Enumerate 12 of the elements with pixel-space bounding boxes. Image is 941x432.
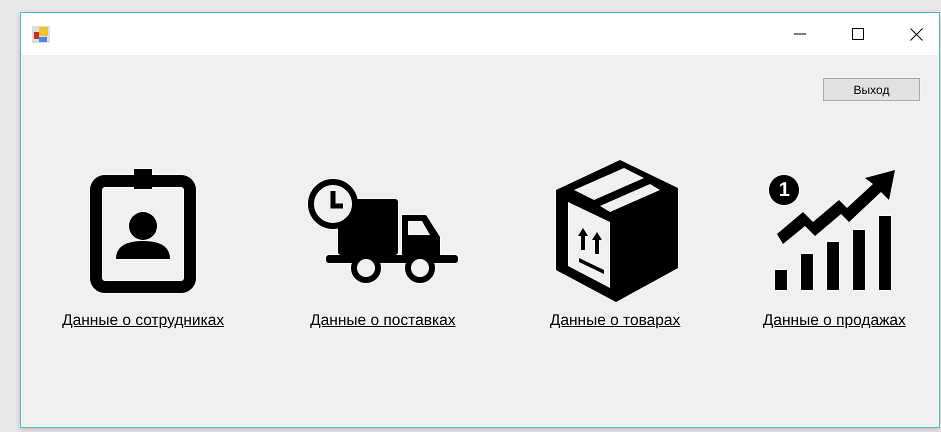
section-link[interactable]: Данные о продажах	[762, 312, 906, 330]
id-badge-icon	[90, 169, 196, 293]
exit-button[interactable]: Выход	[823, 78, 920, 101]
section-link[interactable]: Данные о сотрудниках	[62, 312, 224, 330]
section-link[interactable]: Данные о товарах	[550, 312, 680, 330]
section-link[interactable]: Данные о поставках	[310, 312, 456, 330]
truck-icon	[308, 179, 458, 283]
app-icon	[32, 26, 50, 42]
number-marker: 1	[769, 175, 800, 205]
maximize-icon	[852, 28, 864, 40]
minimize-icon	[794, 33, 806, 35]
close-icon	[910, 28, 922, 40]
